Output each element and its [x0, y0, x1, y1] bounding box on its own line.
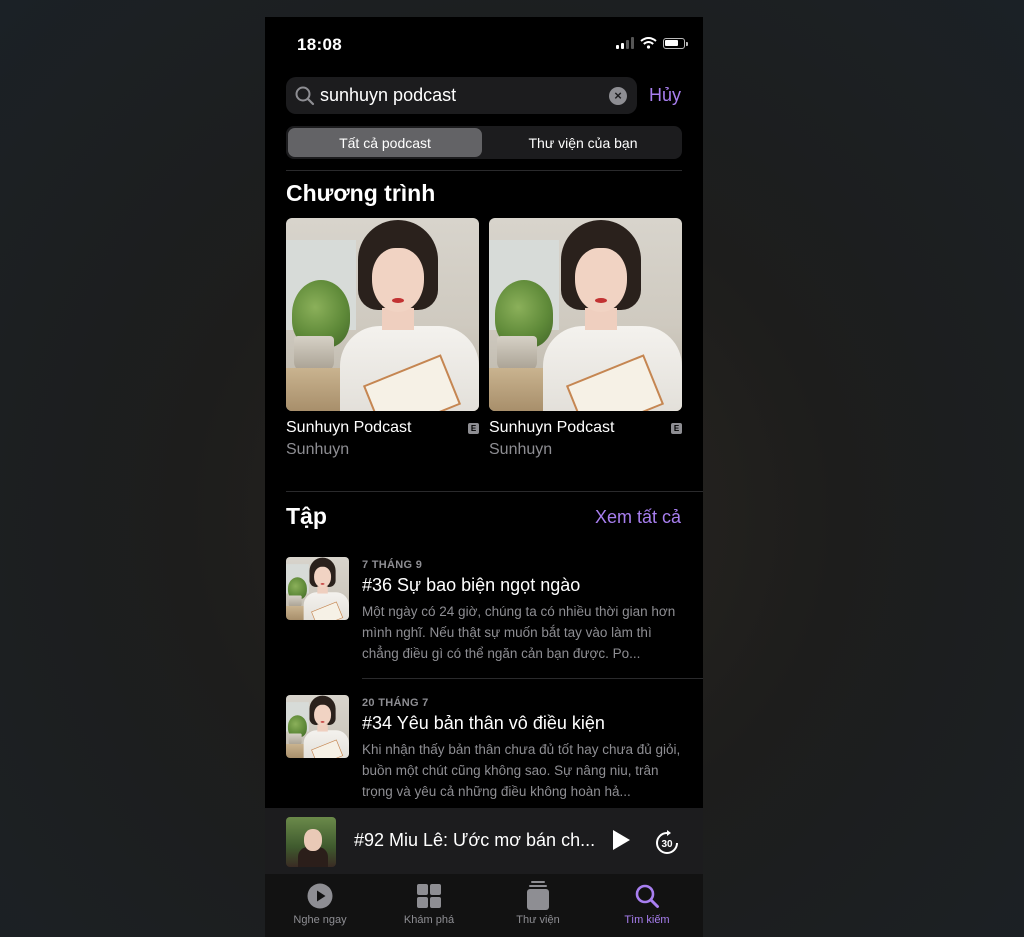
show-author: Sunhuyn — [489, 441, 553, 458]
play-icon[interactable] — [613, 830, 630, 850]
phone-screen: 18:08 sunhuyn podcast × Hủy Tất cả podca… — [265, 17, 703, 937]
episode-title: #36 Sự bao biện ngọt ngào — [362, 575, 581, 595]
battery-icon — [663, 37, 688, 49]
episode-date: 20 THÁNG 7 — [362, 697, 429, 709]
divider — [286, 491, 703, 492]
explicit-badge: E — [671, 422, 682, 434]
status-time: 18:08 — [297, 35, 342, 54]
show-card[interactable]: Sunhuyn Podcast E Sunhuyn — [489, 218, 682, 459]
divider — [286, 170, 682, 171]
tab-bar: Nghe ngay Khám phá Thư viện Tìm kiếm — [265, 874, 703, 937]
status-icons — [616, 37, 688, 49]
tab-label: Nghe ngay — [293, 914, 347, 926]
episodes-section-title: Tập — [286, 503, 327, 529]
tab-label: Tìm kiếm — [624, 914, 670, 926]
show-author: Sunhuyn — [286, 441, 350, 458]
episode-description: Một ngày có 24 giờ, chúng ta có nhiều th… — [362, 604, 676, 661]
skip-seconds-label: 30 — [661, 839, 673, 850]
cellular-signal-icon — [616, 37, 634, 49]
show-artwork — [489, 218, 682, 411]
grid-icon — [417, 884, 441, 908]
tab-label: Khám phá — [403, 914, 455, 926]
segment-your-library[interactable]: Thư viện của bạn — [486, 128, 680, 157]
episode-artwork — [286, 557, 349, 620]
tab-library[interactable]: Thư viện — [493, 881, 583, 926]
tab-browse[interactable]: Khám phá — [384, 882, 474, 926]
scope-segmented-control: Tất cả podcast Thư viện của bạn — [286, 126, 682, 159]
episode-row[interactable]: 7 THÁNG 9 #36 Sự bao biện ngọt ngào Một … — [286, 557, 703, 677]
wifi-icon — [640, 37, 657, 49]
segment-all-podcasts[interactable]: Tất cả podcast — [288, 128, 482, 157]
explicit-badge: E — [468, 422, 479, 434]
search-icon — [295, 86, 315, 105]
episode-title: #34 Yêu bản thân vô điều kiện — [362, 713, 605, 733]
episode-row[interactable]: 20 THÁNG 7 #34 Yêu bản thân vô điều kiện… — [286, 695, 703, 808]
cancel-button[interactable]: Hủy — [649, 85, 681, 106]
search-icon — [635, 884, 659, 908]
show-card[interactable]: Sunhuyn Podcast E Sunhuyn — [286, 218, 479, 459]
now-playing-artwork — [286, 817, 336, 867]
mini-player[interactable]: #92 Miu Lê: Ước mơ bán ch... — [265, 808, 703, 874]
library-stack-icon — [527, 881, 549, 910]
search-input[interactable]: sunhuyn podcast — [320, 85, 609, 106]
close-icon: × — [614, 88, 622, 103]
show-title: Sunhuyn Podcast — [489, 419, 615, 436]
episode-date: 7 THÁNG 9 — [362, 559, 423, 571]
tab-label: Thư viện — [516, 914, 560, 926]
play-circle-icon — [307, 883, 333, 909]
show-title: Sunhuyn Podcast — [286, 419, 412, 436]
tab-listen-now[interactable]: Nghe ngay — [275, 882, 365, 926]
show-artwork — [286, 218, 479, 411]
skip-forward-30-button[interactable]: 30 — [654, 830, 680, 856]
tab-search[interactable]: Tìm kiếm — [602, 882, 692, 926]
now-playing-title: #92 Miu Lê: Ước mơ bán ch... — [354, 830, 596, 850]
clear-search-button[interactable]: × — [609, 86, 627, 105]
episode-description: Khi nhận thấy bản thân chưa đủ tốt hay c… — [362, 742, 681, 799]
see-all-episodes-link[interactable]: Xem tất cả — [595, 507, 681, 528]
divider — [362, 678, 703, 679]
search-field[interactable]: sunhuyn podcast × — [286, 77, 637, 114]
shows-section-title: Chương trình — [286, 180, 436, 206]
episode-artwork — [286, 695, 349, 758]
